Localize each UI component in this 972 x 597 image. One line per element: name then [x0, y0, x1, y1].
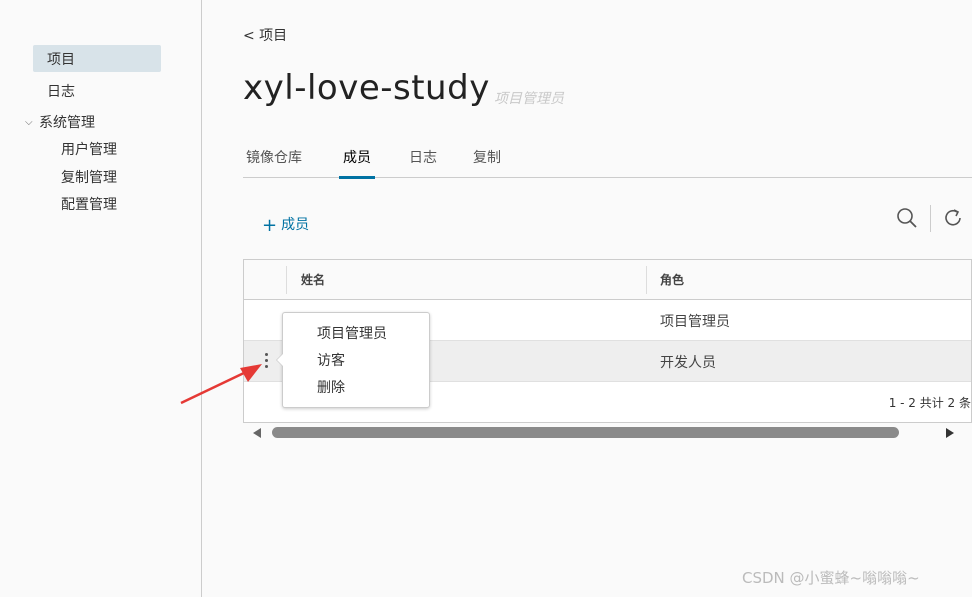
tab-repositories[interactable]: 镜像仓库: [246, 147, 302, 176]
sidebar-item-replication-management[interactable]: 复制管理: [61, 167, 117, 187]
menu-item-guest[interactable]: 访客: [317, 350, 345, 370]
role-label: 项目管理员: [494, 91, 564, 107]
annotation-arrow-icon: [180, 364, 262, 405]
chevron-down-icon: ⌵: [25, 117, 33, 128]
toolbar-divider: [930, 205, 931, 232]
cell-role: 开发人员: [660, 355, 716, 371]
scroll-left-icon[interactable]: [253, 428, 261, 438]
menu-item-delete[interactable]: 删除: [317, 377, 345, 397]
tab-members[interactable]: 成员: [339, 147, 375, 179]
pagination-count: 1 - 2 共计 2 条: [888, 396, 971, 410]
menu-item-project-admin[interactable]: 项目管理员: [317, 323, 387, 343]
refresh-icon[interactable]: [942, 207, 964, 229]
column-separator: [646, 266, 647, 294]
page-title: xyl-love-study: [243, 68, 490, 108]
sidebar-item-label: 系统管理: [39, 115, 95, 131]
sidebar-item-system-admin[interactable]: ⌵ 系统管理: [25, 112, 95, 132]
watermark: CSDN @小蜜蜂~嗡嗡嗡~: [742, 569, 920, 587]
tab-bar: 镜像仓库 成员 日志 复制: [243, 140, 972, 179]
sidebar-item-logs[interactable]: 日志: [47, 81, 75, 101]
add-member-button[interactable]: + 成员: [262, 214, 309, 236]
cell-role: 项目管理员: [660, 314, 730, 330]
popup-caret: [276, 353, 283, 367]
tab-replication[interactable]: 复制: [473, 147, 501, 176]
column-header-role[interactable]: 角色: [660, 271, 684, 288]
table-header: 姓名 角色: [244, 260, 971, 300]
column-header-name[interactable]: 姓名: [301, 271, 325, 288]
sidebar: 项目 日志 ⌵ 系统管理 用户管理 复制管理 配置管理: [0, 0, 202, 597]
back-link[interactable]: < 项目: [243, 25, 287, 45]
horizontal-scrollbar[interactable]: [250, 425, 960, 441]
add-member-label: 成员: [281, 217, 310, 233]
sidebar-item-projects[interactable]: 项目: [33, 45, 161, 72]
search-icon[interactable]: [896, 207, 918, 229]
scrollbar-thumb[interactable]: [272, 427, 899, 438]
tab-logs[interactable]: 日志: [409, 147, 437, 176]
column-separator: [286, 266, 287, 294]
scroll-right-icon[interactable]: [946, 428, 954, 438]
plus-icon: +: [262, 215, 278, 236]
sidebar-item-user-management[interactable]: 用户管理: [61, 139, 117, 159]
sidebar-item-config-management[interactable]: 配置管理: [61, 194, 117, 214]
role-change-menu: 项目管理员 访客 删除: [276, 312, 430, 408]
